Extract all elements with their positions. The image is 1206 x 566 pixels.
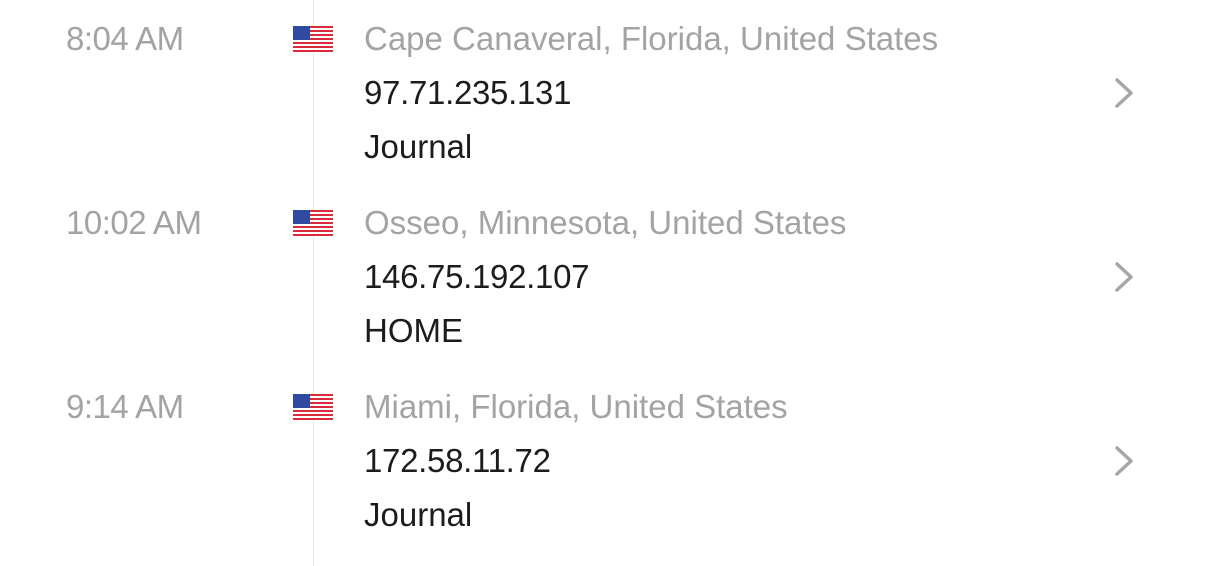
chevron-right-icon[interactable] bbox=[1111, 76, 1139, 110]
entry-location: Osseo, Minnesota, United States bbox=[364, 204, 847, 241]
entry-ip-address: 97.71.235.131 bbox=[364, 74, 572, 111]
entry-location: Cape Canaveral, Florida, United States bbox=[364, 20, 939, 57]
us-flag-icon bbox=[293, 26, 333, 52]
entry-label: HOME bbox=[364, 312, 463, 349]
chevron-right-icon[interactable] bbox=[1111, 260, 1139, 294]
chevron-right-icon[interactable] bbox=[1111, 444, 1139, 478]
login-entry[interactable]: 10:02 AM Osseo, Minnesota, United States… bbox=[0, 184, 1206, 368]
entry-ip-address: 146.75.192.107 bbox=[364, 258, 590, 295]
entry-time: 9:14 AM bbox=[66, 388, 184, 425]
us-flag-icon bbox=[293, 210, 333, 236]
entry-location: Miami, Florida, United States bbox=[364, 388, 788, 425]
login-entry[interactable]: 8:04 AM Cape Canaveral, Florida, United … bbox=[0, 0, 1206, 184]
entry-time: 10:02 AM bbox=[66, 204, 202, 241]
entry-label: Journal bbox=[364, 496, 473, 533]
entry-time: 8:04 AM bbox=[66, 20, 184, 57]
login-entry[interactable]: 9:14 AM Miami, Florida, United States 17… bbox=[0, 368, 1206, 552]
entry-ip-address: 172.58.11.72 bbox=[364, 442, 551, 479]
us-flag-icon bbox=[293, 394, 333, 420]
entry-label: Journal bbox=[364, 128, 473, 165]
